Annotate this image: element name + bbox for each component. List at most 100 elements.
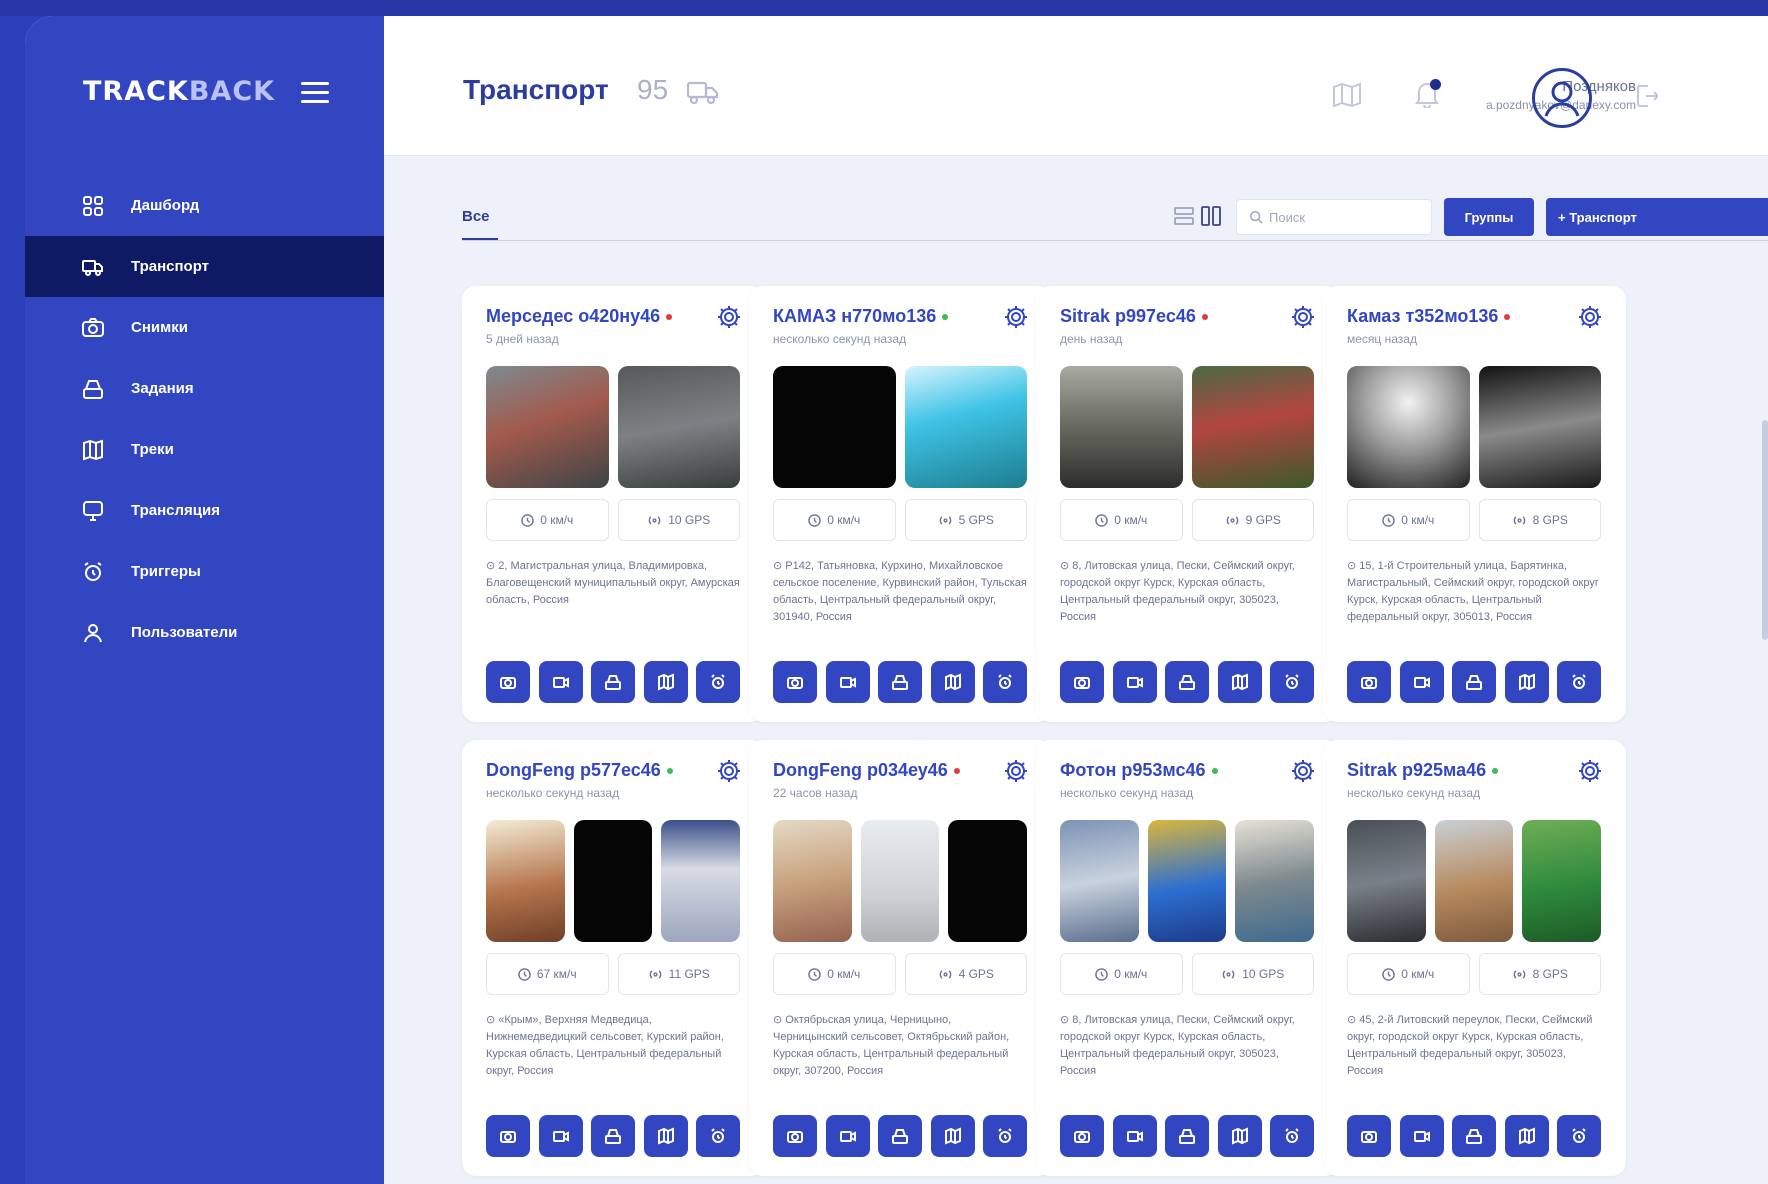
tasks-action-button[interactable] (1165, 1115, 1209, 1157)
alarm-action-button[interactable] (983, 1115, 1027, 1157)
sidebar-item-transport[interactable]: Транспорт (25, 236, 384, 297)
camera-snapshot[interactable] (904, 366, 1027, 488)
alarm-action-button[interactable] (696, 661, 740, 703)
camera-action-button[interactable] (1347, 661, 1391, 703)
menu-toggle-icon[interactable] (301, 82, 329, 104)
camera-snapshot[interactable] (1060, 366, 1183, 488)
add-transport-button[interactable]: + Транспорт (1546, 198, 1768, 236)
map-action-button[interactable] (930, 661, 975, 703)
camera-snapshot[interactable] (860, 820, 940, 942)
camera-action-button[interactable] (486, 661, 530, 703)
vehicle-card[interactable]: Sitrak р925ма46 несколько секунд назад 0… (1323, 740, 1626, 1176)
vehicle-card[interactable]: DongFeng р034еу46 22 часов назад 0 км/ч … (749, 740, 1052, 1176)
map-icon[interactable] (1332, 82, 1362, 108)
camera-snapshot[interactable] (948, 820, 1028, 942)
camera-snapshot[interactable] (1347, 366, 1470, 488)
vehicle-name[interactable]: Sitrak р997ес46 (1060, 306, 1208, 327)
brand-logo[interactable]: TRACKBACK (83, 76, 275, 107)
camera-snapshot[interactable] (1434, 820, 1514, 942)
camera-action-button[interactable] (1347, 1115, 1391, 1157)
camera-snapshot[interactable] (773, 820, 852, 942)
alarm-action-button[interactable] (1270, 661, 1314, 703)
camera-snapshot[interactable] (773, 366, 896, 488)
camera-action-button[interactable] (773, 661, 817, 703)
video-action-button[interactable] (1399, 661, 1444, 703)
gear-icon[interactable] (1003, 304, 1029, 330)
alarm-action-button[interactable] (983, 661, 1027, 703)
camera-snapshot[interactable] (617, 366, 740, 488)
vehicle-card[interactable]: КАМАЗ н770мо136 несколько секунд назад 0… (749, 286, 1052, 722)
camera-action-button[interactable] (486, 1115, 530, 1157)
list-view-icon[interactable] (1173, 205, 1195, 227)
scrollbar-thumb[interactable] (1762, 420, 1768, 640)
tasks-action-button[interactable] (1452, 1115, 1496, 1157)
map-action-button[interactable] (1217, 1115, 1262, 1157)
vehicle-card[interactable]: Фотон р953мс46 несколько секунд назад 0 … (1036, 740, 1339, 1176)
video-action-button[interactable] (538, 661, 583, 703)
tasks-action-button[interactable] (878, 1115, 922, 1157)
gear-icon[interactable] (716, 758, 742, 784)
video-action-button[interactable] (1399, 1115, 1444, 1157)
alarm-action-button[interactable] (1270, 1115, 1314, 1157)
tasks-action-button[interactable] (878, 661, 922, 703)
groups-button[interactable]: Группы (1444, 198, 1534, 236)
camera-snapshot[interactable] (1147, 820, 1227, 942)
sidebar-item-snapshots[interactable]: Снимки (25, 297, 384, 358)
camera-snapshot[interactable] (486, 820, 565, 942)
sidebar-item-tasks[interactable]: Задания (25, 358, 384, 419)
vehicle-name[interactable]: Мерседес о420ну46 (486, 306, 673, 327)
map-action-button[interactable] (1504, 1115, 1549, 1157)
camera-snapshot[interactable] (1522, 820, 1602, 942)
camera-snapshot[interactable] (1060, 820, 1139, 942)
gear-icon[interactable] (1577, 758, 1603, 784)
map-action-button[interactable] (930, 1115, 975, 1157)
camera-action-button[interactable] (1060, 661, 1104, 703)
vehicle-name[interactable]: Sitrak р925ма46 (1347, 760, 1499, 781)
video-action-button[interactable] (825, 661, 870, 703)
camera-snapshot[interactable] (573, 820, 653, 942)
camera-snapshot[interactable] (661, 820, 741, 942)
vehicle-name[interactable]: Фотон р953мс46 (1060, 760, 1218, 781)
camera-snapshot[interactable] (1347, 820, 1426, 942)
video-action-button[interactable] (538, 1115, 583, 1157)
sidebar-item-tracks[interactable]: Треки (25, 419, 384, 480)
camera-action-button[interactable] (1060, 1115, 1104, 1157)
gear-icon[interactable] (1290, 304, 1316, 330)
tasks-action-button[interactable] (591, 661, 635, 703)
map-action-button[interactable] (1504, 661, 1549, 703)
alarm-action-button[interactable] (1557, 1115, 1601, 1157)
tasks-action-button[interactable] (1165, 661, 1209, 703)
alarm-action-button[interactable] (696, 1115, 740, 1157)
vehicle-card[interactable]: Sitrak р997ес46 день назад 0 км/ч 9 GPS … (1036, 286, 1339, 722)
gear-icon[interactable] (1290, 758, 1316, 784)
tasks-action-button[interactable] (1452, 661, 1496, 703)
vehicle-card[interactable]: DongFeng р577ес46 несколько секунд назад… (462, 740, 765, 1176)
video-action-button[interactable] (1112, 661, 1157, 703)
sidebar-item-dashboard[interactable]: Дашборд (25, 175, 384, 236)
sidebar-item-broadcast[interactable]: Трансляция (25, 480, 384, 541)
gear-icon[interactable] (1003, 758, 1029, 784)
video-action-button[interactable] (825, 1115, 870, 1157)
video-action-button[interactable] (1112, 1115, 1157, 1157)
vehicle-name[interactable]: DongFeng р034еу46 (773, 760, 960, 781)
vehicle-name[interactable]: КАМАЗ н770мо136 (773, 306, 949, 327)
map-action-button[interactable] (1217, 661, 1262, 703)
camera-snapshot[interactable] (486, 366, 609, 488)
alarm-action-button[interactable] (1557, 661, 1601, 703)
camera-action-button[interactable] (773, 1115, 817, 1157)
logout-icon[interactable] (1634, 82, 1658, 110)
vehicle-card[interactable]: Камаз т352мо136 месяц назад 0 км/ч 8 GPS… (1323, 286, 1626, 722)
sidebar-item-triggers[interactable]: Триггеры (25, 541, 384, 602)
gear-icon[interactable] (1577, 304, 1603, 330)
camera-snapshot[interactable] (1191, 366, 1314, 488)
camera-snapshot[interactable] (1478, 366, 1601, 488)
avatar[interactable] (1532, 68, 1592, 128)
vehicle-name[interactable]: DongFeng р577ес46 (486, 760, 673, 781)
tab-all[interactable]: Все (462, 208, 490, 225)
camera-snapshot[interactable] (1235, 820, 1315, 942)
vehicle-card[interactable]: Мерседес о420ну46 5 дней назад 0 км/ч 10… (462, 286, 765, 722)
map-action-button[interactable] (643, 1115, 688, 1157)
grid-view-icon[interactable] (1200, 205, 1222, 227)
tasks-action-button[interactable] (591, 1115, 635, 1157)
search-input[interactable]: Поиск (1236, 199, 1432, 235)
